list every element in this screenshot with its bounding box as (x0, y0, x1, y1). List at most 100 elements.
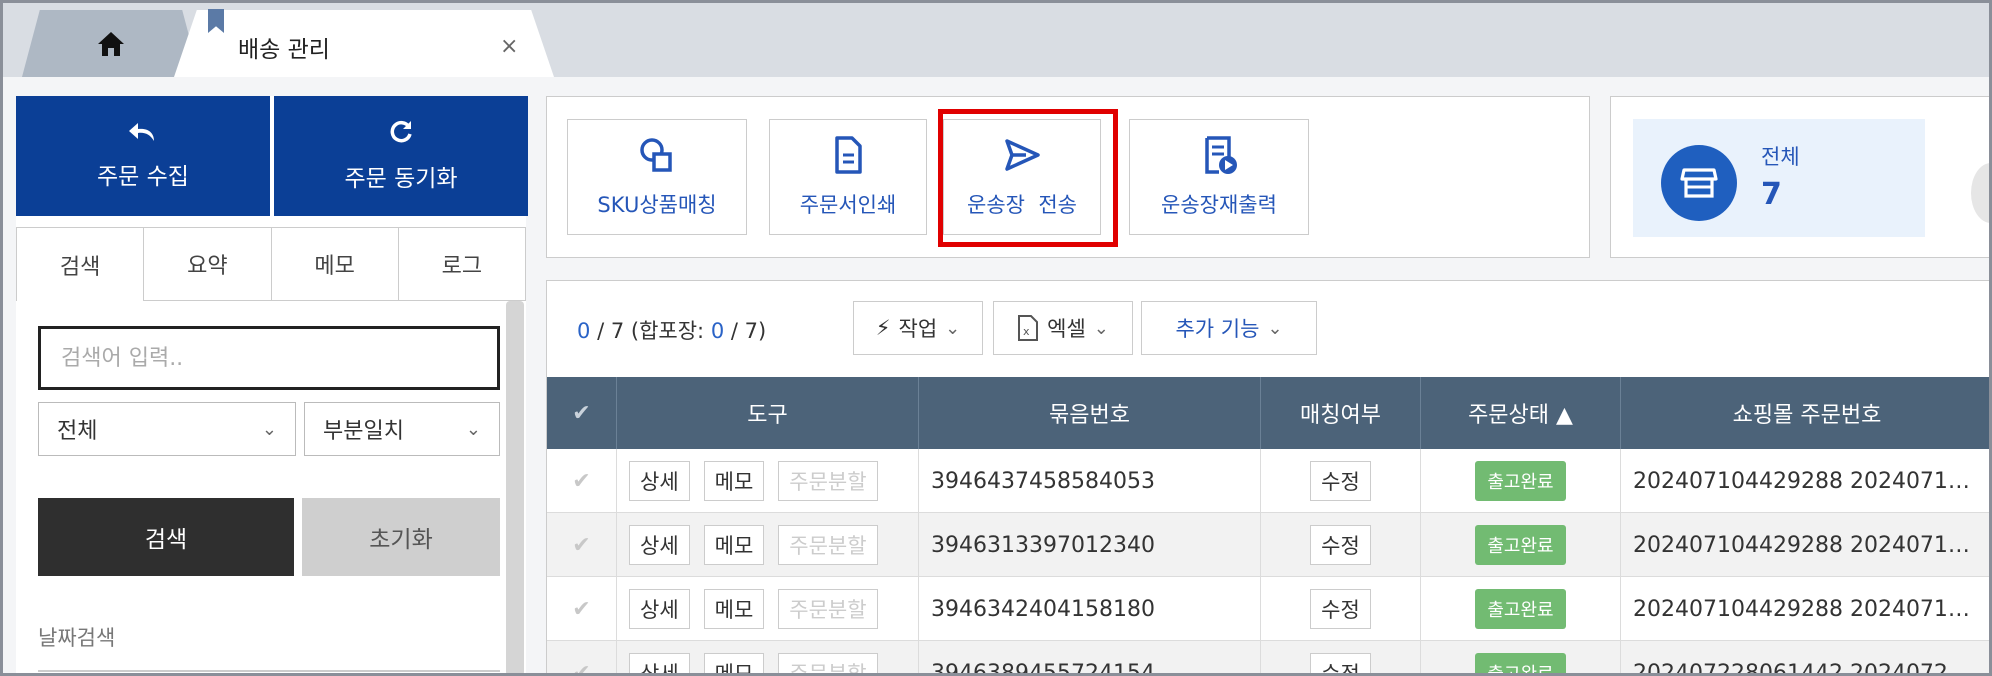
date-field[interactable] (38, 670, 500, 676)
bundle-number: 3946342404158180 (919, 577, 1261, 641)
print-order-button[interactable]: 주문서인쇄 (769, 119, 927, 235)
selection-counter: 0 / 7 (합포장: 0 / 7) (577, 319, 767, 343)
tab-bar: 배송 관리 × (0, 0, 1992, 77)
split-order-button[interactable]: 주문분할 (778, 653, 878, 676)
select-all-checkbox[interactable]: ✔ (547, 377, 617, 449)
close-icon[interactable]: × (500, 34, 518, 59)
status-cell: 출고완료 (1421, 641, 1621, 676)
header-order-status[interactable]: 주문상태 ▲ (1421, 377, 1621, 449)
excel-file-icon: x (1018, 315, 1039, 341)
split-order-button[interactable]: 주문분할 (778, 525, 878, 565)
table-header: ✔ 도구 묶음번호 매칭여부 주문상태 ▲ 쇼핑몰 주문번호 (547, 377, 1992, 449)
reset-button[interactable]: 초기화 (302, 498, 500, 576)
edit-match-button[interactable]: 수정 (1310, 525, 1371, 565)
undo-arrow-icon (129, 123, 154, 141)
chevron-down-icon: ⌄ (261, 418, 277, 440)
excel-label: 엑셀 (1047, 317, 1086, 341)
task-label: 작업 (898, 317, 938, 341)
status-badge: 출고완료 (1475, 653, 1566, 676)
status-cell: 출고완료 (1421, 513, 1621, 577)
detail-button[interactable]: 상세 (629, 589, 690, 629)
row-tools: 상세 메모 주문분할 (617, 513, 919, 577)
row-checkbox[interactable]: ✔ (547, 449, 617, 513)
row-checkbox[interactable]: ✔ (547, 577, 617, 641)
table-row[interactable]: ✔ 상세 메모 주문분할 3946342404158180 수정 출고완료 20… (547, 577, 1992, 641)
left-subtabs: 검색 요약 메모 로그 (16, 227, 526, 301)
search-button[interactable]: 검색 (38, 498, 294, 576)
sync-orders-label: 주문 동기화 (344, 166, 458, 192)
memo-button[interactable]: 메모 (703, 461, 765, 501)
subtab-log[interactable]: 로그 (398, 227, 526, 301)
orders-panel: 0 / 7 (합포장: 0 / 7) ⚡︎ 작업 ⌄ x 엑셀 ⌄ 추가 기능 … (546, 280, 1992, 676)
matching-cell: 수정 (1261, 513, 1421, 577)
matching-cell: 수정 (1261, 577, 1421, 641)
left-scrollbar[interactable] (506, 301, 524, 676)
memo-button[interactable]: 메모 (703, 653, 765, 676)
more-features-dropdown[interactable]: 추가 기능 ⌄ (1141, 301, 1317, 355)
lightning-icon: ⚡︎ (875, 316, 891, 340)
edit-match-button[interactable]: 수정 (1310, 461, 1371, 501)
check-icon: ✔ (572, 468, 591, 494)
chevron-down-icon: ⌄ (1093, 317, 1109, 339)
tab-label: 배송 관리 (238, 37, 330, 63)
scope-select[interactable]: 전체 ⌄ (38, 402, 296, 456)
chevron-down-icon: ⌄ (1267, 317, 1283, 339)
row-checkbox[interactable]: ✔ (547, 513, 617, 577)
sku-match-button[interactable]: SKU상품매칭 (567, 119, 747, 235)
document-icon (835, 136, 862, 174)
task-dropdown[interactable]: ⚡︎ 작업 ⌄ (853, 301, 983, 355)
collect-orders-button[interactable]: 주문 수집 (16, 96, 270, 216)
split-order-button[interactable]: 주문분할 (778, 589, 878, 629)
row-tools: 상세 메모 주문분할 (617, 641, 919, 676)
summary-label: 전체 (1761, 145, 1800, 169)
selected-count: 0 (577, 319, 591, 343)
header-mall-order-number[interactable]: 쇼핑몰 주문번호 (1621, 377, 1992, 449)
scope-select-value: 전체 (57, 419, 98, 444)
split-order-button[interactable]: 주문분할 (778, 461, 878, 501)
header-bundle-number[interactable]: 묶음번호 (919, 377, 1261, 449)
detail-button[interactable]: 상세 (629, 461, 690, 501)
excel-dropdown[interactable]: x 엑셀 ⌄ (993, 301, 1133, 355)
bundle-number: 3946313397012340 (919, 513, 1261, 577)
row-checkbox[interactable]: ✔ (547, 641, 617, 676)
bundle-number: 3946437458584053 (919, 449, 1261, 513)
search-input[interactable] (38, 326, 500, 390)
tab-shipping-management[interactable]: 배송 관리 × (174, 10, 554, 77)
edit-match-button[interactable]: 수정 (1310, 653, 1371, 676)
subtab-search[interactable]: 검색 (16, 227, 145, 301)
chevron-down-icon: ⌄ (945, 317, 961, 339)
summary-total[interactable]: 전체 7 (1633, 119, 1925, 237)
tab-home[interactable] (22, 10, 200, 77)
reprint-waybill-button[interactable]: 운송장재출력 (1129, 119, 1309, 235)
combined-total: 7) (744, 319, 767, 343)
status-badge: 출고완료 (1475, 461, 1566, 501)
table-row[interactable]: ✔ 상세 메모 주문분할 3946437458584053 수정 출고완료 20… (547, 449, 1992, 513)
detail-button[interactable]: 상세 (629, 525, 690, 565)
shapes-icon (640, 138, 672, 172)
next-arrow-button[interactable] (1971, 163, 1992, 223)
memo-button[interactable]: 메모 (703, 525, 765, 565)
memo-button[interactable]: 메모 (703, 589, 765, 629)
sku-match-label: SKU상품매칭 (597, 193, 717, 217)
home-icon (98, 31, 124, 56)
match-select[interactable]: 부분일치 ⌄ (304, 402, 500, 456)
table-row[interactable]: ✔ 상세 메모 주문분할 3946389455724154 수정 출고완료 20… (547, 641, 1992, 676)
store-icon (1661, 145, 1737, 221)
detail-button[interactable]: 상세 (629, 653, 690, 676)
table-row[interactable]: ✔ 상세 메모 주문분할 3946313397012340 수정 출고완료 20… (547, 513, 1992, 577)
summary-card: 전체 7 (1610, 96, 1992, 258)
summary-count: 7 (1761, 177, 1782, 212)
edit-match-button[interactable]: 수정 (1310, 589, 1371, 629)
subtab-summary[interactable]: 요약 (144, 227, 272, 301)
refresh-icon (390, 120, 412, 143)
collect-orders-label: 주문 수집 (97, 164, 189, 190)
check-icon: ✔ (572, 532, 591, 558)
subtab-memo[interactable]: 메모 (271, 227, 399, 301)
row-tools: 상세 메모 주문분할 (617, 577, 919, 641)
header-matching[interactable]: 매칭여부 (1261, 377, 1421, 449)
matching-cell: 수정 (1261, 641, 1421, 676)
highlight-box (938, 109, 1118, 247)
sync-orders-button[interactable]: 주문 동기화 (274, 96, 528, 216)
date-search-label: 날짜검색 (38, 626, 116, 650)
status-badge: 출고완료 (1475, 589, 1566, 629)
